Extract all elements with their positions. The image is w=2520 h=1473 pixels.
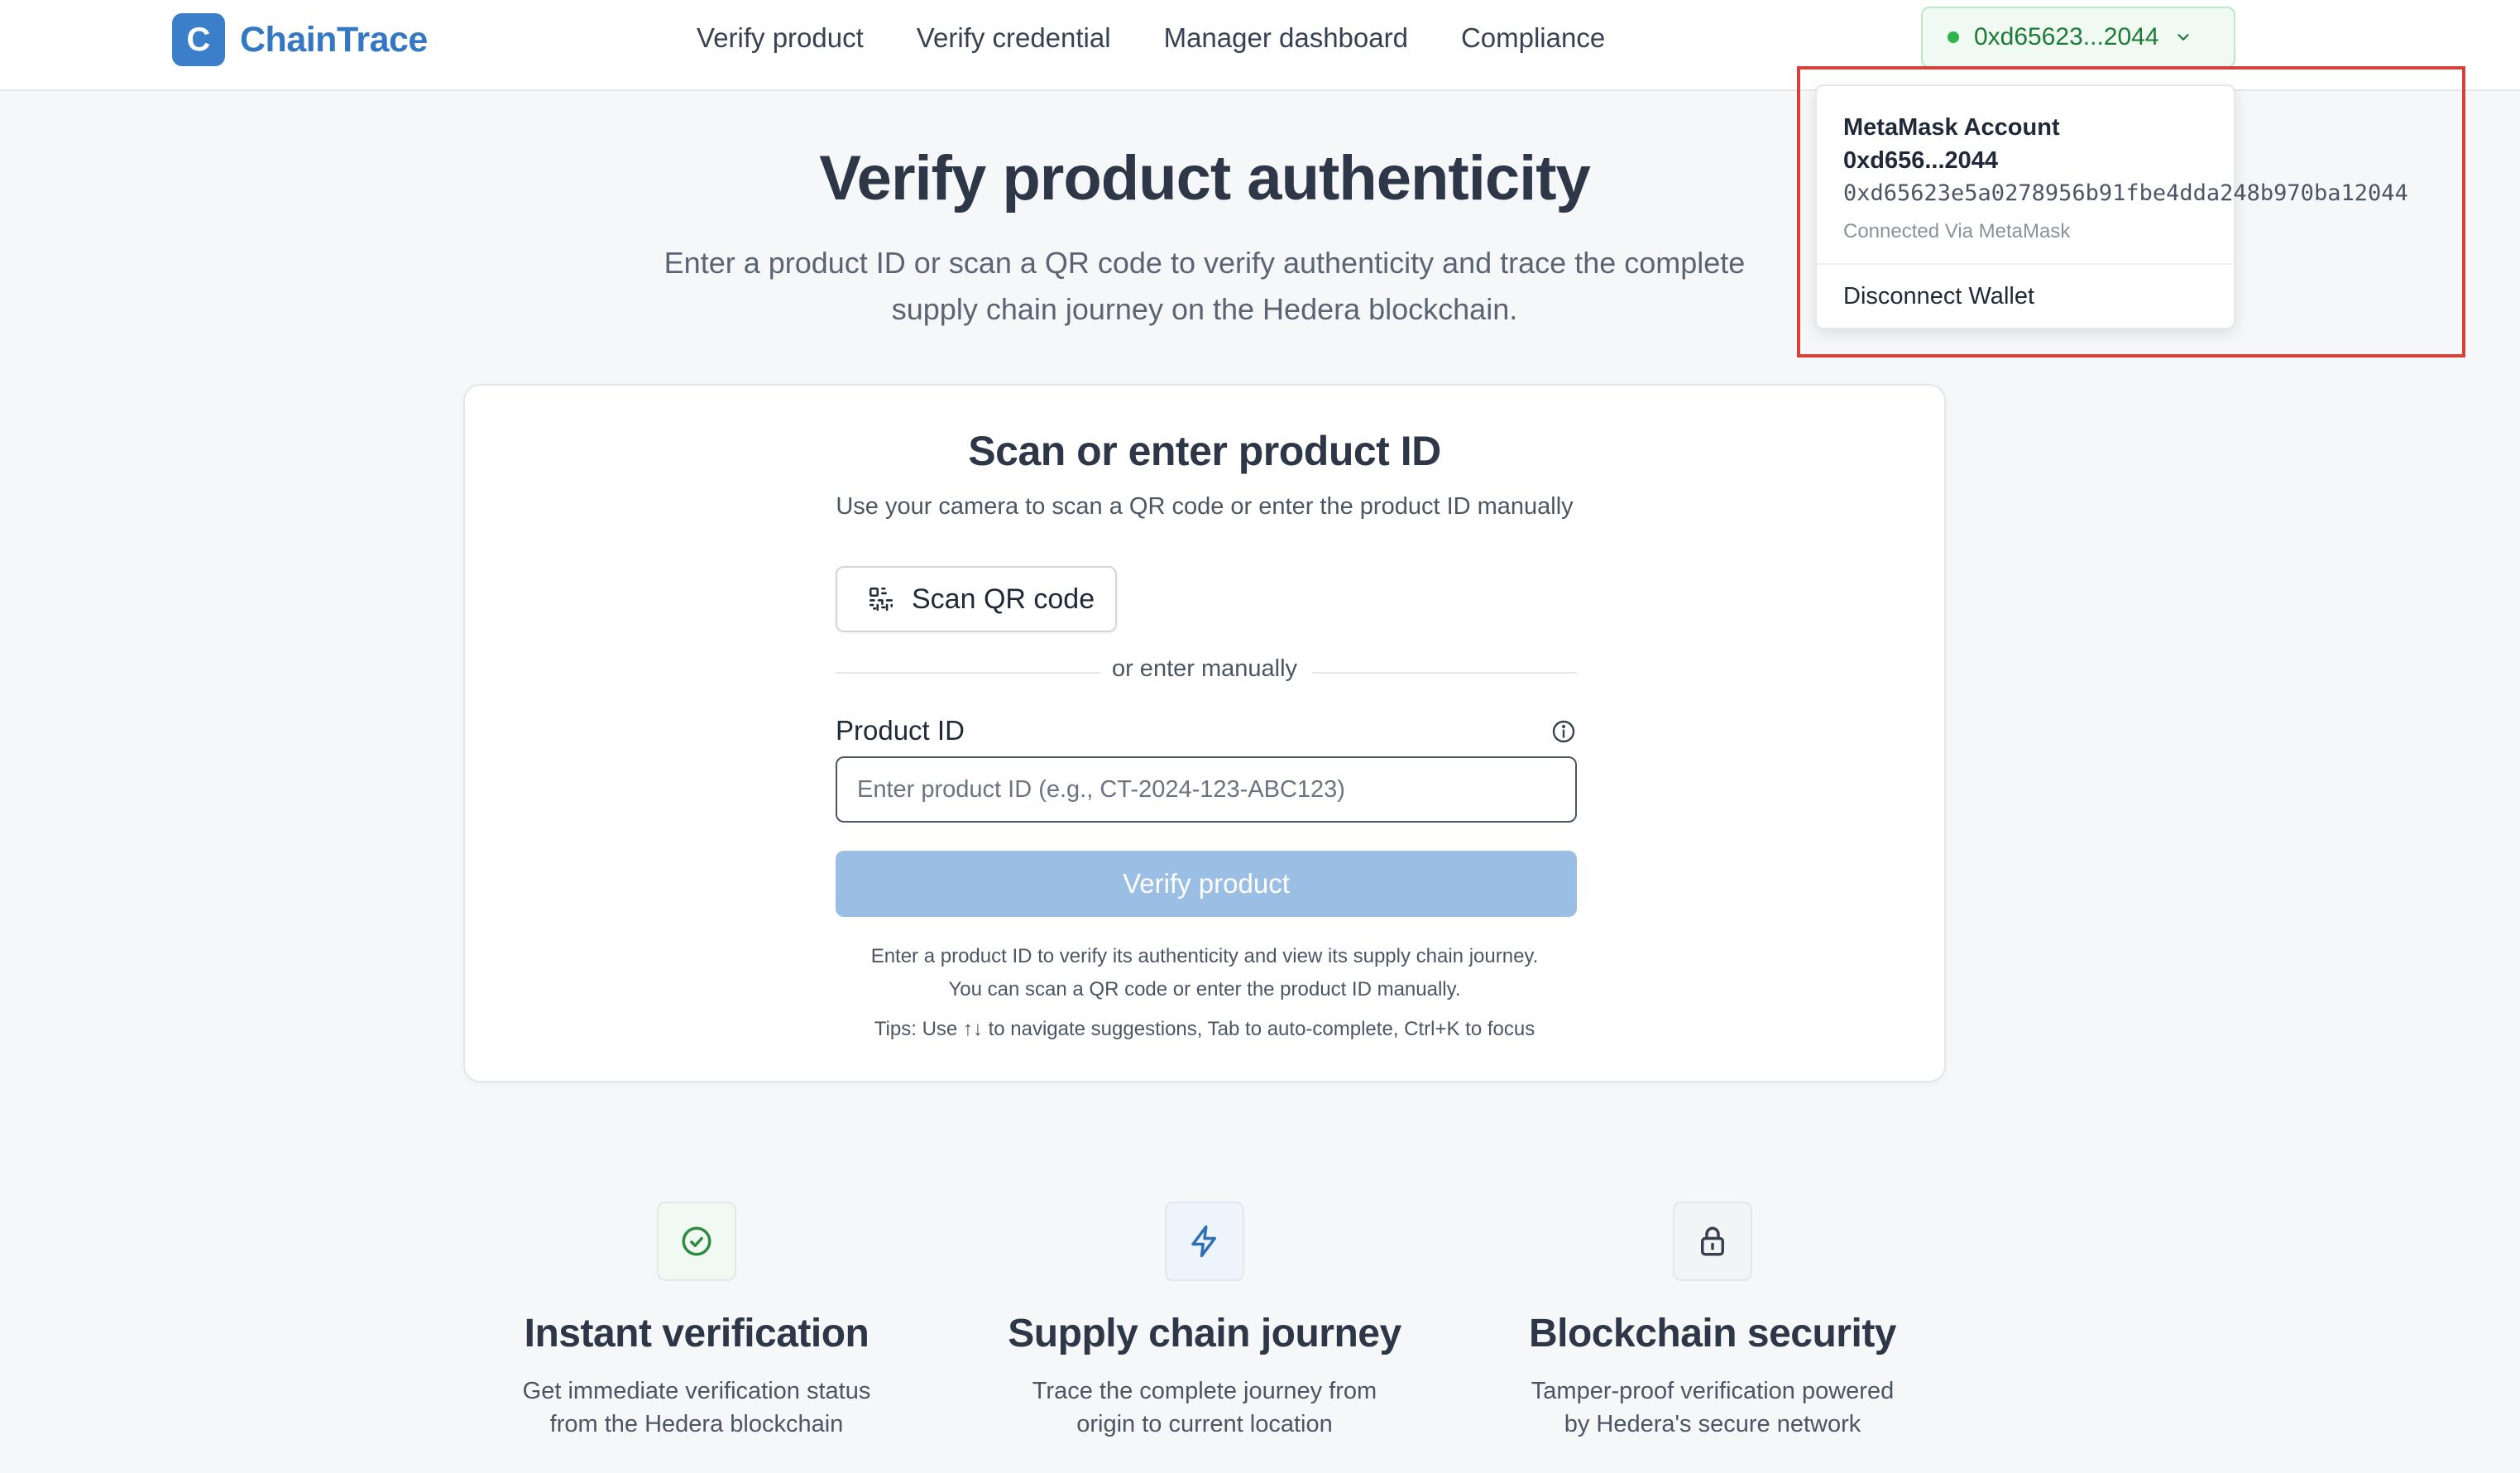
info-icon[interactable] [1550, 718, 1577, 745]
connected-status-dot [1947, 31, 1959, 43]
wallet-button[interactable]: 0xd65623...2044 [1921, 7, 2235, 68]
verify-card: Scan or enter product ID Use your camera… [463, 384, 1946, 1082]
card-title: Scan or enter product ID [968, 428, 1441, 474]
check-circle-icon [682, 1226, 711, 1256]
help-text-line1: Enter a product ID to verify its authent… [870, 945, 1539, 967]
product-id-input[interactable] [836, 756, 1577, 823]
product-id-label: Product ID [836, 715, 965, 746]
divider-text: or enter manually [1111, 655, 1298, 682]
chevron-down-icon [2177, 34, 2189, 41]
qr-code-icon [869, 587, 893, 612]
verify-product-button[interactable]: Verify product [836, 851, 1577, 917]
brand-name: ChainTrace [240, 19, 428, 60]
feature-icon-box [657, 1202, 736, 1281]
highlight-box [1797, 66, 2465, 357]
tips-text: Tips: Use ↑↓ to navigate suggestions, Ta… [874, 1018, 1535, 1040]
nav-verify-credential[interactable]: Verify credential [917, 20, 1111, 56]
lightning-icon [1191, 1225, 1216, 1258]
feature-icon-box [1673, 1202, 1752, 1281]
feature-title: Instant verification [524, 1312, 870, 1355]
divider-right [1312, 672, 1577, 674]
feature-supply-chain-journey: Supply chain journey Trace the complete … [956, 1202, 1453, 1441]
feature-title: Blockchain security [1528, 1312, 1897, 1355]
main-nav: Verify product Verify credential Manager… [697, 20, 1658, 56]
feature-description: Get immediate verification status from t… [522, 1378, 871, 1437]
lock-icon [1701, 1226, 1724, 1256]
page-subtitle: Enter a product ID or scan a QR code to … [664, 246, 1746, 326]
nav-compliance[interactable]: Compliance [1461, 20, 1605, 56]
card-subtitle: Use your camera to scan a QR code or ent… [836, 493, 1574, 520]
feature-title: Supply chain journey [1008, 1312, 1401, 1355]
logo-mark: C [172, 13, 225, 66]
nav-manager-dashboard[interactable]: Manager dashboard [1164, 20, 1408, 56]
feature-icon-box [1165, 1202, 1244, 1281]
feature-description: Trace the complete journey from origin t… [1032, 1378, 1377, 1437]
wallet-short-address: 0xd65623...2044 [1974, 23, 2159, 50]
feature-instant-verification: Instant verification Get immediate verif… [448, 1202, 945, 1441]
page: C ChainTrace Verify product Verify crede… [0, 0, 2520, 1473]
logo[interactable]: C ChainTrace [172, 13, 428, 66]
help-text-line2: You can scan a QR code or enter the prod… [948, 978, 1461, 1000]
nav-verify-product[interactable]: Verify product [697, 20, 864, 56]
scan-qr-button[interactable]: Scan QR code [836, 566, 1117, 632]
feature-blockchain-security: Blockchain security Tamper-proof verific… [1464, 1202, 1961, 1441]
feature-description: Tamper-proof verification powered by Hed… [1531, 1378, 1895, 1437]
scan-qr-label: Scan QR code [912, 583, 1095, 615]
